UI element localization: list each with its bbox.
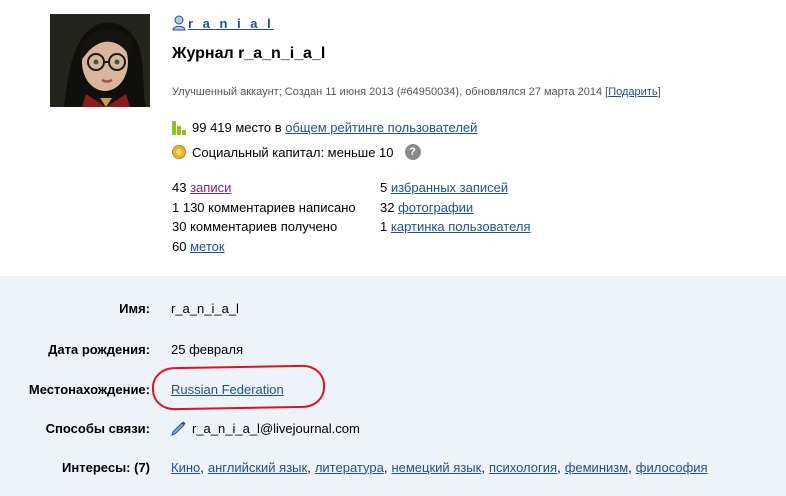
gift-bracket-close: ] <box>657 86 661 98</box>
interest-link[interactable]: немецкий язык <box>391 460 481 475</box>
favorites-link[interactable]: избранных записей <box>391 180 508 195</box>
row-interests: Интересы: (7) Кино, английский язык, лит… <box>0 455 786 479</box>
interests-label: Интересы: (7) <box>62 459 150 475</box>
account-info-text: Улучшенный аккаунт; Создан 11 июня 2013 … <box>172 86 603 98</box>
interest-link[interactable]: психология <box>489 460 557 475</box>
stat-comments-received: 30 комментариев получено <box>172 219 338 234</box>
contact-value-wrap: r_a_n_i_a_l@livejournal.com <box>171 420 360 436</box>
interest-link[interactable]: английский язык <box>208 460 307 475</box>
contact-value: r_a_n_i_a_l@livejournal.com <box>192 420 360 436</box>
username-line: r a n i a l <box>172 14 274 32</box>
user-icon <box>172 15 186 31</box>
contact-label: Способы связи: <box>45 420 150 436</box>
interest-link[interactable]: феминизм <box>565 460 628 475</box>
row-location: Местонахождение: Russian Federation <box>0 377 786 401</box>
stat-count: 5 <box>380 180 388 195</box>
journal-header: r a n i a l Журнал r_a_n_i_a_l Улучшенны… <box>0 0 786 276</box>
rating-link[interactable]: общем рейтинге пользователей <box>285 120 477 135</box>
stat-count: 32 <box>380 199 395 215</box>
stats-right: 5 избранных записей 32 фотографии 1 карт… <box>380 178 531 237</box>
tags-link[interactable]: меток <box>190 239 224 254</box>
name-label: Имя: <box>119 300 150 316</box>
row-name: Имя: r_a_n_i_a_l <box>0 296 786 320</box>
stat-count: 60 <box>172 238 187 254</box>
profile-section: Имя: r_a_n_i_a_l Дата рождения: 25 февра… <box>0 276 786 496</box>
userpics-link[interactable]: картинка пользователя <box>391 219 531 234</box>
journal-title: Журнал r_a_n_i_a_l <box>172 45 326 62</box>
bar-chart-icon <box>172 120 188 135</box>
rating-value: 99 419 место в <box>192 120 282 135</box>
stat-count: 43 <box>172 180 187 195</box>
interests-list: Кино, английский язык, литература, немец… <box>171 459 708 475</box>
stat-comments-written: 1 130 комментариев написано <box>172 199 356 215</box>
stat-favorites: 5 избранных записей <box>380 178 531 198</box>
row-contacts: Способы связи: r_a_n_i_a_l@livejournal.c… <box>0 416 786 440</box>
stats-left: 43 записи 1 130 комментариев написано 30… <box>172 178 356 256</box>
help-icon[interactable]: ? <box>404 144 421 160</box>
pencil-icon <box>171 420 187 436</box>
stat-entries: 43 записи <box>172 178 356 198</box>
social-capital-text: Социальный капитал: меньше 10 <box>192 144 394 160</box>
stat-userpics: 1 картинка пользователя <box>380 217 531 237</box>
userpic-image <box>50 14 150 107</box>
userpic[interactable] <box>50 14 150 107</box>
location-link[interactable]: Russian Federation <box>171 382 284 397</box>
birthday-label: Дата рождения: <box>48 341 150 357</box>
name-value: r_a_n_i_a_l <box>171 300 239 316</box>
interest-link[interactable]: философия <box>636 460 708 475</box>
stat-photos: 32 фотографии <box>380 198 531 218</box>
location-value-wrap: Russian Federation <box>171 382 284 397</box>
interest-link[interactable]: Кино <box>171 460 200 475</box>
stat-tags: 60 меток <box>172 237 356 257</box>
row-birthday: Дата рождения: 25 февраля <box>0 337 786 361</box>
stat-count: 1 <box>380 219 388 234</box>
username-link[interactable]: r a n i a l <box>188 16 274 31</box>
rating-line: 99 419 место в общем рейтинге пользовате… <box>172 120 477 135</box>
birthday-value: 25 февраля <box>171 341 243 357</box>
entries-link[interactable]: записи <box>190 180 231 195</box>
social-capital: Социальный капитал: меньше 10 ? <box>172 144 421 160</box>
gift-link[interactable]: Подарить <box>608 86 657 98</box>
account-info: Улучшенный аккаунт; Создан 11 июня 2013 … <box>172 86 661 98</box>
location-label: Местонахождение: <box>28 381 150 397</box>
interest-link[interactable]: литература <box>315 460 384 475</box>
photos-link[interactable]: фотографии <box>398 200 473 215</box>
coin-icon <box>172 145 186 159</box>
